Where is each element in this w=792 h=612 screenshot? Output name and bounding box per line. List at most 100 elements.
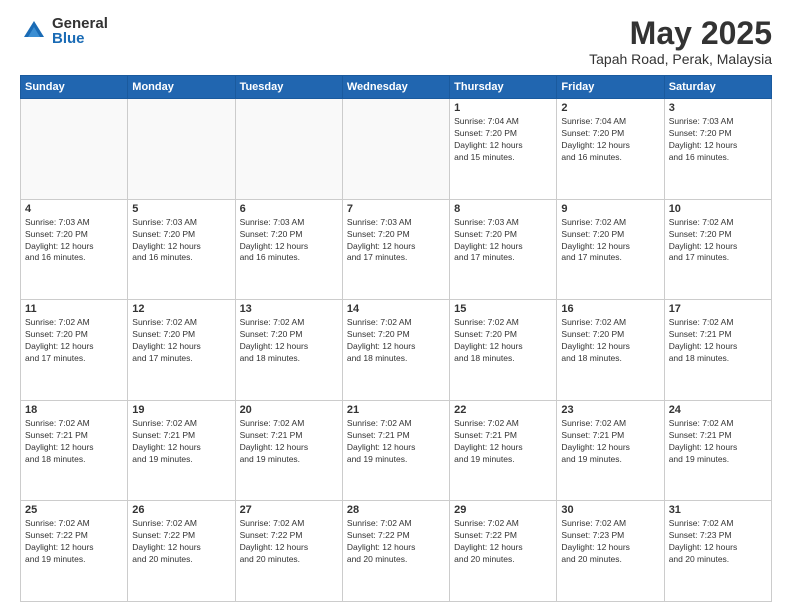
day-number: 18 [25,404,123,416]
calendar-cell [21,99,128,200]
day-number: 23 [561,404,659,416]
day-number: 30 [561,504,659,516]
day-info: Sunrise: 7:02 AM Sunset: 7:22 PM Dayligh… [132,518,230,566]
day-number: 11 [25,303,123,315]
day-info: Sunrise: 7:02 AM Sunset: 7:23 PM Dayligh… [669,518,767,566]
calendar-cell: 18Sunrise: 7:02 AM Sunset: 7:21 PM Dayli… [21,400,128,501]
weekday-header: Friday [557,76,664,99]
calendar-cell: 29Sunrise: 7:02 AM Sunset: 7:22 PM Dayli… [450,501,557,602]
logo-icon [20,17,48,45]
day-info: Sunrise: 7:02 AM Sunset: 7:21 PM Dayligh… [132,418,230,466]
calendar-cell: 3 Sunrise: 7:03 AM Sunset: 7:20 PM Daylig… [664,99,771,200]
day-number: 5 [132,203,230,215]
day-info: Sunrise: 7:02 AM Sunset: 7:20 PM Dayligh… [25,317,123,365]
day-number: 15 [454,303,552,315]
calendar-cell: 19 Sunrise: 7:02 AM Sunset: 7:21 PM Dayli… [128,400,235,501]
logo-general: General [52,16,108,31]
calendar-cell: 30 Sunrise: 7:02 AM Sunset: 7:23 PM Dayli… [557,501,664,602]
day-info: Sunrise: 7:02 AM Sunset: 7:20 PM Dayligh… [669,217,767,265]
day-info: Sunrise: 7:03 AM Sunset: 7:20 PM Dayligh… [669,116,767,164]
day-info: Sunrise: 7:02 AM Sunset: 7:22 PM Dayligh… [454,518,552,566]
calendar-cell: 7 Sunrise: 7:03 AM Sunset: 7:20 PM Daylig… [342,199,449,300]
weekday-header: Thursday [450,76,557,99]
calendar-cell: 2 Sunrise: 7:04 AM Sunset: 7:20 PM Daylig… [557,99,664,200]
day-number: 12 [132,303,230,315]
weekday-header: Tuesday [235,76,342,99]
calendar-cell: 14 Sunrise: 7:02 AM Sunset: 7:20 PM Dayli… [342,300,449,401]
calendar-week-row: 25Sunrise: 7:02 AM Sunset: 7:22 PM Dayli… [21,501,772,602]
day-number: 27 [240,504,338,516]
day-number: 4 [25,203,123,215]
day-info: Sunrise: 7:04 AM Sunset: 7:20 PM Dayligh… [454,116,552,164]
calendar-cell: 4 Sunrise: 7:03 AM Sunset: 7:20 PM Daylig… [21,199,128,300]
day-number: 26 [132,504,230,516]
day-info: Sunrise: 7:03 AM Sunset: 7:20 PM Dayligh… [132,217,230,265]
calendar-cell: 20 Sunrise: 7:02 AM Sunset: 7:21 PM Dayli… [235,400,342,501]
calendar-cell: 31Sunrise: 7:02 AM Sunset: 7:23 PM Dayli… [664,501,771,602]
calendar-cell: 6Sunrise: 7:03 AM Sunset: 7:20 PM Daylig… [235,199,342,300]
day-info: Sunrise: 7:02 AM Sunset: 7:20 PM Dayligh… [561,217,659,265]
logo: General Blue [20,16,108,46]
day-info: Sunrise: 7:02 AM Sunset: 7:20 PM Dayligh… [454,317,552,365]
day-number: 14 [347,303,445,315]
day-info: Sunrise: 7:03 AM Sunset: 7:20 PM Dayligh… [347,217,445,265]
day-info: Sunrise: 7:02 AM Sunset: 7:20 PM Dayligh… [132,317,230,365]
calendar-cell: 27 Sunrise: 7:02 AM Sunset: 7:22 PM Dayli… [235,501,342,602]
calendar-cell: 21Sunrise: 7:02 AM Sunset: 7:21 PM Dayli… [342,400,449,501]
day-info: Sunrise: 7:03 AM Sunset: 7:20 PM Dayligh… [454,217,552,265]
day-number: 16 [561,303,659,315]
logo-text: General Blue [52,16,108,46]
calendar-cell: 12 Sunrise: 7:02 AM Sunset: 7:20 PM Dayli… [128,300,235,401]
day-info: Sunrise: 7:02 AM Sunset: 7:20 PM Dayligh… [347,317,445,365]
day-number: 20 [240,404,338,416]
header: General Blue May 2025 Tapah Road, Perak,… [20,16,772,67]
day-number: 17 [669,303,767,315]
calendar-cell: 8Sunrise: 7:03 AM Sunset: 7:20 PM Daylig… [450,199,557,300]
title-block: May 2025 Tapah Road, Perak, Malaysia [589,16,772,67]
calendar-cell: 5 Sunrise: 7:03 AM Sunset: 7:20 PM Daylig… [128,199,235,300]
day-info: Sunrise: 7:02 AM Sunset: 7:22 PM Dayligh… [347,518,445,566]
weekday-header: Monday [128,76,235,99]
day-number: 22 [454,404,552,416]
day-number: 2 [561,102,659,114]
day-number: 24 [669,404,767,416]
day-info: Sunrise: 7:03 AM Sunset: 7:20 PM Dayligh… [25,217,123,265]
day-number: 3 [669,102,767,114]
calendar-cell: 1 Sunrise: 7:04 AM Sunset: 7:20 PM Daylig… [450,99,557,200]
calendar-cell [235,99,342,200]
calendar-cell: 28Sunrise: 7:02 AM Sunset: 7:22 PM Dayli… [342,501,449,602]
calendar-cell: 11 Sunrise: 7:02 AM Sunset: 7:20 PM Dayli… [21,300,128,401]
calendar-week-row: 4 Sunrise: 7:03 AM Sunset: 7:20 PM Daylig… [21,199,772,300]
calendar-cell: 24 Sunrise: 7:02 AM Sunset: 7:21 PM Dayli… [664,400,771,501]
day-number: 13 [240,303,338,315]
day-number: 1 [454,102,552,114]
calendar-cell: 16 Sunrise: 7:02 AM Sunset: 7:20 PM Dayli… [557,300,664,401]
location-title: Tapah Road, Perak, Malaysia [589,51,772,67]
calendar-cell: 10 Sunrise: 7:02 AM Sunset: 7:20 PM Dayli… [664,199,771,300]
day-info: Sunrise: 7:02 AM Sunset: 7:20 PM Dayligh… [240,317,338,365]
day-info: Sunrise: 7:03 AM Sunset: 7:20 PM Dayligh… [240,217,338,265]
weekday-header: Sunday [21,76,128,99]
day-info: Sunrise: 7:02 AM Sunset: 7:22 PM Dayligh… [240,518,338,566]
calendar-cell [342,99,449,200]
calendar-week-row: 1 Sunrise: 7:04 AM Sunset: 7:20 PM Daylig… [21,99,772,200]
calendar-cell [128,99,235,200]
day-info: Sunrise: 7:02 AM Sunset: 7:21 PM Dayligh… [454,418,552,466]
day-info: Sunrise: 7:02 AM Sunset: 7:20 PM Dayligh… [561,317,659,365]
weekday-header: Wednesday [342,76,449,99]
day-number: 7 [347,203,445,215]
calendar-cell: 25Sunrise: 7:02 AM Sunset: 7:22 PM Dayli… [21,501,128,602]
day-info: Sunrise: 7:04 AM Sunset: 7:20 PM Dayligh… [561,116,659,164]
calendar-cell: 23Sunrise: 7:02 AM Sunset: 7:21 PM Dayli… [557,400,664,501]
day-info: Sunrise: 7:02 AM Sunset: 7:21 PM Dayligh… [240,418,338,466]
day-info: Sunrise: 7:02 AM Sunset: 7:23 PM Dayligh… [561,518,659,566]
calendar-cell: 15 Sunrise: 7:02 AM Sunset: 7:20 PM Dayli… [450,300,557,401]
calendar-cell: 22 Sunrise: 7:02 AM Sunset: 7:21 PM Dayli… [450,400,557,501]
day-info: Sunrise: 7:02 AM Sunset: 7:21 PM Dayligh… [669,418,767,466]
day-number: 9 [561,203,659,215]
day-number: 10 [669,203,767,215]
calendar-cell: 26 Sunrise: 7:02 AM Sunset: 7:22 PM Dayli… [128,501,235,602]
calendar-week-row: 18 Sunrise: 7:02 AM Sunset: 7:21 PM Dayli… [21,400,772,501]
day-number: 19 [132,404,230,416]
calendar-week-row: 11 Sunrise: 7:02 AM Sunset: 7:20 PM Dayli… [21,300,772,401]
